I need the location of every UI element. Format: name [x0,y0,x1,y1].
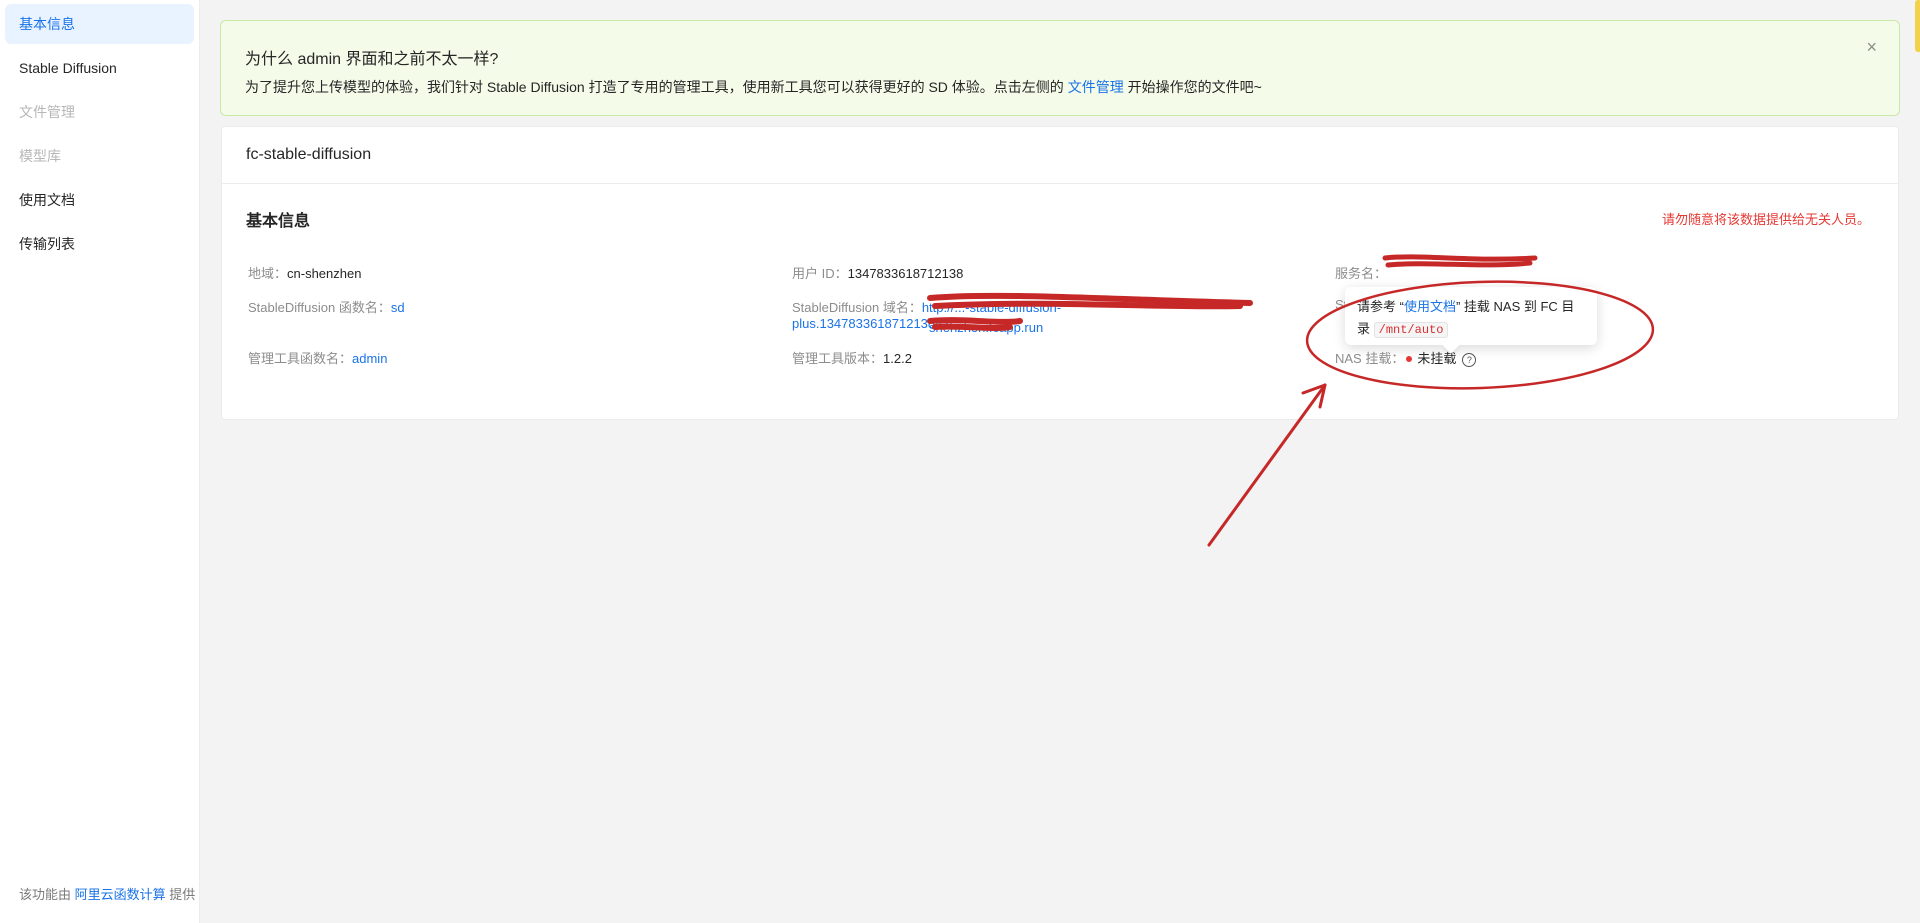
question-icon[interactable]: ? [1462,352,1477,367]
info-card: fc-stable-diffusion 基本信息 请勿随意将该数据提供给无关人员… [221,126,1899,420]
alert-desc-text: 为了提升您上传模型的体验，我们针对 Stable Diffusion 打造了专用… [245,79,1068,95]
field-label: 用户 ID： [792,266,848,281]
field-label: 管理工具版本： [792,351,884,366]
footer-suffix: 提供 [165,887,196,902]
field-label: 管理工具函数名： [248,351,353,366]
sidebar-item-file-management: 文件管理 [19,104,75,120]
sidebar-item-stable-diffusion[interactable]: Stable Diffusion [5,48,194,88]
docs-link[interactable]: 使用文档 [1404,299,1456,314]
sidebar-item-docs[interactable]: 使用文档 [5,180,194,220]
sidebar-item-model-library: 模型库 [19,148,61,164]
field-label: StableDiffusion 函数名： [248,300,391,315]
status-dot [1406,356,1413,363]
admin-function-link[interactable]: admin [352,351,387,366]
tooltip-text: 请参考 “ [1357,299,1404,314]
field-label: 服务名： [1335,266,1388,281]
field-label: 地域： [248,266,288,281]
sidebar-menu: 基本信息 Stable Diffusion 文件管理 模型库 使用文档 传输列表 [0,0,199,264]
sidebar: 基本信息 Stable Diffusion 文件管理 模型库 使用文档 传输列表… [0,0,200,923]
field-label: NAS 挂载： [1335,351,1405,366]
field-user-id: 用户 ID：1347833618712138 [792,263,963,282]
field-value: cn-shenzhen [287,266,362,281]
field-sd-function: StableDiffusion 函数名：sd [248,297,405,316]
field-value: 1347833618712138 [847,266,964,281]
field-label: StableDiffusion 域名： [792,300,922,315]
field-service-name: 服务名： [1335,263,1387,282]
sidebar-item-basic-info[interactable]: 基本信息 [5,4,194,44]
alert-description: 为了提升您上传模型的体验，我们针对 Stable Diffusion 打造了专用… [245,77,1262,97]
field-value: 1.2.2 [883,351,912,366]
sidebar-footer: 该功能由 阿里云函数计算 提供 [19,884,195,903]
close-icon[interactable]: × [1866,37,1877,58]
sidebar-item-transfer-list[interactable]: 传输列表 [5,224,194,264]
info-alert: 为什么 admin 界面和之前不太一样? 为了提升您上传模型的体验，我们针对 S… [220,20,1900,116]
field-sd-domain-line2: shenzhen.fcapp.run [929,320,1043,335]
section-title: 基本信息 [246,213,311,230]
field-admin-version: 管理工具版本：1.2.2 [792,348,912,367]
edge-tab[interactable] [1915,0,1920,52]
nas-tooltip: 请参考 “使用文档” 挂载 NAS 到 FC 目录 /mnt/auto [1345,287,1597,354]
field-region: 地域：cn-shenzhen [248,263,361,282]
file-management-link[interactable]: 文件管理 [1068,79,1124,95]
alert-desc-text-end: 开始操作您的文件吧~ [1123,79,1262,95]
sd-function-link[interactable]: sd [391,300,405,315]
sd-domain-link-line2[interactable]: shenzhen.fcapp.run [929,320,1043,335]
field-admin-function: 管理工具函数名：admin [248,348,387,367]
privacy-warning: 请勿随意将该数据提供给无关人员。 [1661,212,1870,227]
alert-title: 为什么 admin 界面和之前不太一样? [245,51,499,68]
footer-prefix: 该功能由 [19,887,75,902]
mount-path-code: /mnt/auto [1373,322,1449,338]
card-title: fc-stable-diffusion [222,127,1898,184]
aliyun-fc-link[interactable]: 阿里云函数计算 [75,887,166,902]
field-nas-mount: NAS 挂载： 未挂载? [1335,348,1477,367]
